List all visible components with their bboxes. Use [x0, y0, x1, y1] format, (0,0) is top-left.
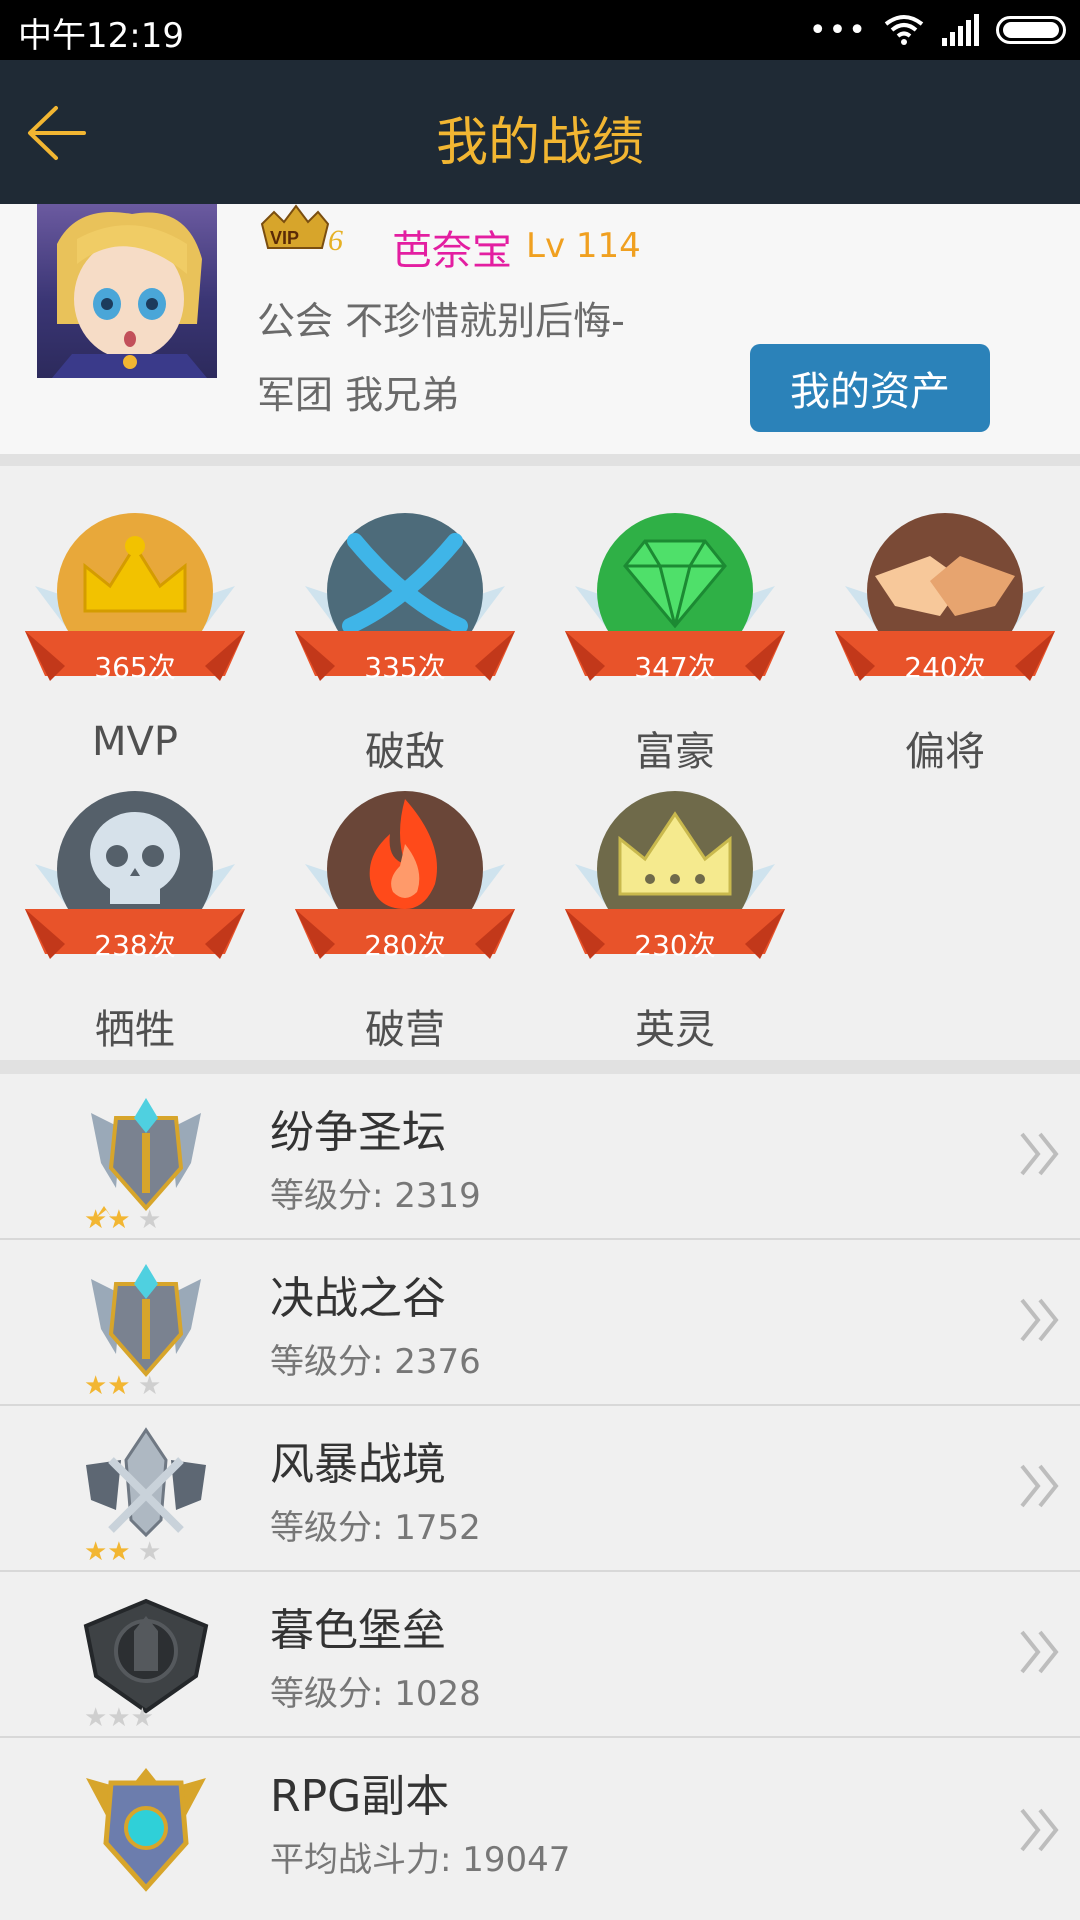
- svg-text:★: ★: [138, 1205, 161, 1228]
- double-chevron-right-icon: [1020, 1132, 1059, 1176]
- svg-text:VIP: VIP: [270, 228, 299, 248]
- badge-count: 238次: [94, 929, 176, 962]
- svg-text:★★: ★★: [84, 1205, 131, 1228]
- badge-yingling[interactable]: 230次 英灵: [565, 784, 785, 1053]
- section-divider: [0, 1060, 1080, 1074]
- profile-card: VIP 6 芭奈宝 Lv 114 公会 不珍惜就别后悔- 军团 我兄弟 我的资产: [0, 204, 1080, 454]
- status-bar: 中午12:19 •••: [0, 0, 1080, 60]
- more-dots-icon: •••: [808, 12, 868, 48]
- svg-text:★★: ★★: [84, 1371, 131, 1394]
- legion-info: 军团 我兄弟: [257, 373, 460, 417]
- mode-score: 平均战斗力: 19047: [270, 1840, 571, 1880]
- wifi-icon: [884, 15, 924, 45]
- mode-row-muse[interactable]: ★★★ 暮色堡垒 等级分: 1028: [0, 1572, 1080, 1738]
- badge-label: 英灵: [635, 1007, 715, 1053]
- double-chevron-right-icon: [1020, 1464, 1059, 1508]
- guild-info: 公会 不珍惜就别后悔-: [257, 299, 625, 343]
- badge-label: 牺牲: [95, 1007, 175, 1053]
- svg-text:★★★: ★★★: [84, 1703, 154, 1726]
- section-divider: [0, 454, 1080, 466]
- badge-label: 偏将: [905, 729, 985, 775]
- mode-title: 暮色堡垒: [270, 1605, 446, 1656]
- page-title: 我的战绩: [435, 113, 644, 173]
- rank-silver-emblem-icon: ★★ ★: [84, 1427, 206, 1560]
- double-chevron-right-icon: [1020, 1630, 1059, 1674]
- double-chevron-right-icon: [1020, 1298, 1059, 1342]
- badge-label: 破营: [365, 1007, 445, 1053]
- mode-title: 决战之谷: [270, 1273, 446, 1324]
- badge-poying[interactable]: 280次 破营: [295, 784, 515, 1053]
- avatar[interactable]: [37, 204, 217, 378]
- mode-score: 等级分: 2376: [270, 1342, 481, 1382]
- rank-gold-emblem-icon: ★★ ★: [84, 1264, 201, 1394]
- signal-icon: [942, 14, 979, 46]
- my-assets-button[interactable]: 我的资产: [750, 344, 990, 432]
- badge-fuhao[interactable]: 347次 富豪: [565, 506, 785, 775]
- svg-text:★: ★: [138, 1537, 161, 1560]
- mode-row-fengbao[interactable]: ★★ ★ 风暴战境 等级分: 1752: [0, 1406, 1080, 1572]
- badge-label: 富豪: [635, 729, 715, 775]
- mode-row-rpg[interactable]: RPG副本 平均战斗力: 19047: [0, 1738, 1080, 1920]
- badge-count: 347次: [634, 651, 716, 684]
- app-header: 我的战绩: [0, 60, 1080, 204]
- svg-text:★★: ★★: [84, 1537, 131, 1560]
- badge-label: MVP: [92, 719, 178, 765]
- mode-title: RPG副本: [270, 1771, 450, 1822]
- player-name: 芭奈宝: [392, 228, 512, 274]
- mode-score: 等级分: 1028: [270, 1674, 481, 1714]
- badge-count: 230次: [634, 929, 716, 962]
- mode-row-juezhan[interactable]: ★★ ★ 决战之谷 等级分: 2376: [0, 1240, 1080, 1406]
- badge-mvp[interactable]: 365次 MVP: [25, 506, 245, 765]
- rank-dark-shield-icon: ★★★: [83, 1598, 209, 1726]
- badge-podi[interactable]: 335次 破敌: [295, 506, 515, 775]
- svg-text:★: ★: [138, 1371, 161, 1394]
- mode-title: 纷争圣坛: [270, 1107, 446, 1158]
- mode-score: 等级分: 1752: [270, 1508, 481, 1548]
- mode-row-fenzheng[interactable]: ★★ ★ 纷争圣坛 等级分: 2319: [0, 1074, 1080, 1240]
- vip-badge-icon: VIP 6: [260, 204, 343, 257]
- rank-gold-emblem-icon: ★★ ★: [84, 1098, 201, 1228]
- battery-icon: [996, 16, 1066, 44]
- badge-count: 365次: [94, 651, 176, 684]
- badge-count: 335次: [364, 651, 446, 684]
- player-level: Lv 114: [526, 226, 641, 266]
- mode-score: 等级分: 2319: [270, 1176, 481, 1216]
- double-chevron-right-icon: [1020, 1808, 1059, 1852]
- status-time: 中午12:19: [18, 16, 184, 56]
- badge-pianjiang[interactable]: 240次 偏将: [835, 506, 1055, 775]
- achievement-badges: 365次 MVP 335次 破敌 347次 富豪 240次 偏将 238次 牺牲…: [0, 466, 1080, 1060]
- mode-title: 风暴战境: [270, 1439, 446, 1490]
- badge-xisheng[interactable]: 238次 牺牲: [25, 784, 245, 1053]
- badge-count: 280次: [364, 929, 446, 962]
- status-icons: •••: [809, 12, 1066, 48]
- rank-rpg-emblem-icon: [86, 1768, 206, 1892]
- vip-level-text: 6: [328, 224, 343, 257]
- badge-label: 破敌: [365, 729, 445, 775]
- badge-count: 240次: [904, 651, 986, 684]
